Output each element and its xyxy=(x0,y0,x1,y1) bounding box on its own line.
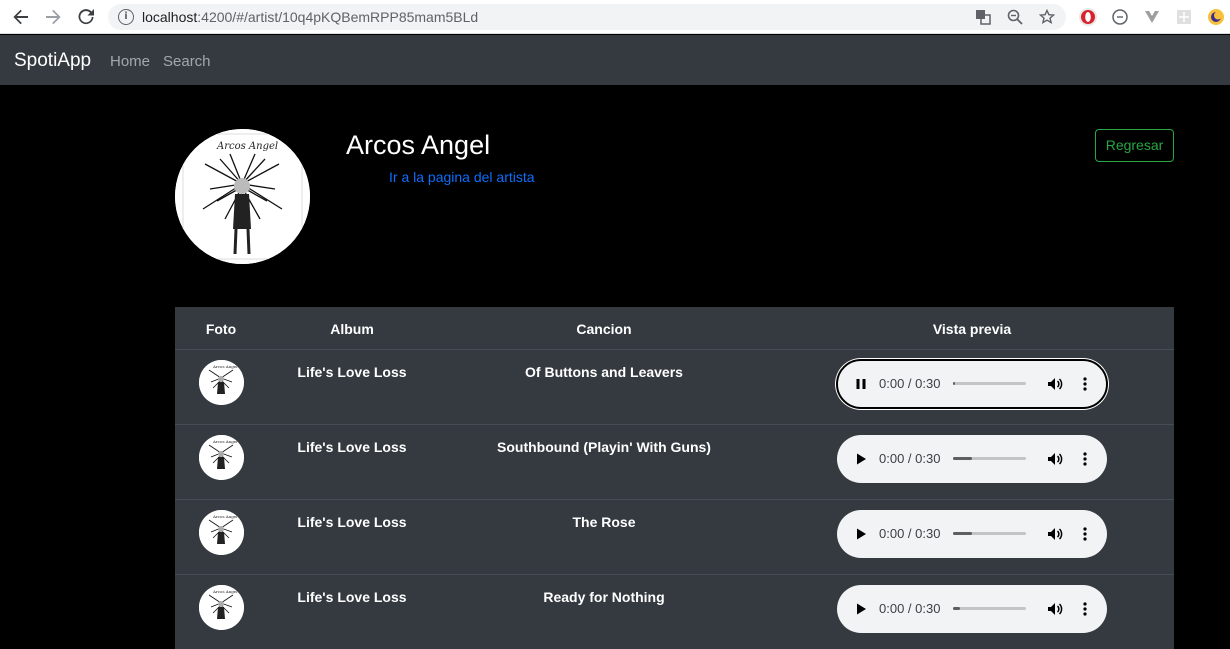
volume-icon[interactable] xyxy=(1046,600,1064,618)
svg-text:Arcos Angel: Arcos Angel xyxy=(212,364,238,369)
audio-player[interactable]: 0:00 / 0:30 xyxy=(837,435,1107,483)
play-icon[interactable] xyxy=(853,526,869,542)
time-readout: 0:00 / 0:30 xyxy=(879,601,941,616)
progress-slider[interactable] xyxy=(953,382,1026,385)
album-name: Life's Love Loss xyxy=(297,364,407,380)
album-thumbnail: Arcos Angel xyxy=(199,435,244,480)
svg-text:Arcos Angel: Arcos Angel xyxy=(216,141,278,152)
svg-text:Arcos Angel: Arcos Angel xyxy=(212,589,238,594)
progress-slider[interactable] xyxy=(953,457,1026,460)
extension-globe-icon[interactable] xyxy=(1111,8,1129,26)
volume-icon[interactable] xyxy=(1046,450,1064,468)
translate-icon[interactable] xyxy=(974,9,992,27)
album-name: Life's Love Loss xyxy=(297,514,407,530)
song-name: Southbound (Playin' With Guns) xyxy=(497,439,711,455)
pause-icon[interactable] xyxy=(853,376,869,392)
progress-fill xyxy=(953,607,961,610)
column-header-cancion: Cancion xyxy=(576,321,632,337)
song-name: Ready for Nothing xyxy=(543,589,665,605)
play-icon[interactable] xyxy=(853,601,869,617)
browser-toolbar: i localhost:4200/#/artist/10q4pKQBemRPP8… xyxy=(0,0,1230,34)
album-name: Life's Love Loss xyxy=(297,589,407,605)
more-options-icon[interactable] xyxy=(1076,600,1094,618)
svg-text:Arcos Angel: Arcos Angel xyxy=(212,439,238,444)
more-options-icon[interactable] xyxy=(1076,525,1094,543)
time-readout: 0:00 / 0:30 xyxy=(879,526,941,541)
row-divider xyxy=(175,499,1174,500)
column-header-vista-previa: Vista previa xyxy=(932,321,1012,337)
more-options-icon[interactable] xyxy=(1076,450,1094,468)
time-readout: 0:00 / 0:30 xyxy=(879,376,941,391)
app-navbar: SpotiApp Home Search xyxy=(0,35,1230,85)
progress-fill xyxy=(953,532,972,535)
more-options-icon[interactable] xyxy=(1076,375,1094,393)
album-name: Life's Love Loss xyxy=(297,439,407,455)
artist-name: Arcos Angel xyxy=(346,130,491,160)
column-header-foto: Foto xyxy=(205,321,237,337)
back-button[interactable]: Regresar xyxy=(1095,129,1174,162)
tracks-table: Foto Album Cancion Vista previa Arcos An… xyxy=(175,307,1174,649)
artist-page-link[interactable]: Ir a la pagina del artista xyxy=(389,169,535,185)
opera-extension-icon[interactable] xyxy=(1079,8,1097,26)
time-readout: 0:00 / 0:30 xyxy=(879,451,941,466)
audio-player[interactable]: 0:00 / 0:30 xyxy=(836,359,1108,409)
volume-icon[interactable] xyxy=(1046,375,1064,393)
song-name: The Rose xyxy=(572,514,636,530)
row-divider xyxy=(175,424,1174,425)
volume-icon[interactable] xyxy=(1046,525,1064,543)
album-thumbnail: Arcos Angel xyxy=(199,585,244,630)
album-thumbnail: Arcos Angel xyxy=(199,510,244,555)
extension-puzzle-icon[interactable] xyxy=(1175,8,1193,26)
audio-player[interactable]: 0:00 / 0:30 xyxy=(837,510,1107,558)
zoom-icon[interactable] xyxy=(1006,9,1024,27)
play-icon[interactable] xyxy=(853,451,869,467)
extension-vue-icon[interactable] xyxy=(1143,8,1161,26)
nav-link-search[interactable]: Search xyxy=(163,53,211,70)
progress-slider[interactable] xyxy=(953,607,1026,610)
info-icon[interactable]: i xyxy=(118,9,134,25)
brand-logo[interactable]: SpotiApp xyxy=(14,50,91,72)
song-name: Of Buttons and Leavers xyxy=(525,364,683,380)
address-bar[interactable]: i localhost:4200/#/artist/10q4pKQBemRPP8… xyxy=(108,4,1066,30)
nav-link-home[interactable]: Home xyxy=(110,53,150,70)
svg-text:Arcos Angel: Arcos Angel xyxy=(212,514,238,519)
progress-fill xyxy=(953,382,956,385)
album-thumbnail: Arcos Angel xyxy=(199,360,244,405)
column-header-album: Album xyxy=(330,321,374,337)
url-text[interactable]: localhost:4200/#/artist/10q4pKQBemRPP85m… xyxy=(142,9,478,25)
forward-arrow-icon[interactable] xyxy=(42,6,64,28)
extension-moon-icon[interactable] xyxy=(1207,8,1225,26)
audio-player[interactable]: 0:00 / 0:30 xyxy=(837,585,1107,633)
reload-icon[interactable] xyxy=(75,6,97,28)
progress-slider[interactable] xyxy=(953,532,1026,535)
progress-fill xyxy=(953,457,972,460)
row-divider xyxy=(175,574,1174,575)
artist-image: Arcos Angel xyxy=(175,129,310,264)
header-divider xyxy=(175,349,1174,350)
back-arrow-icon[interactable] xyxy=(10,6,32,28)
bookmark-star-icon[interactable] xyxy=(1038,8,1056,27)
